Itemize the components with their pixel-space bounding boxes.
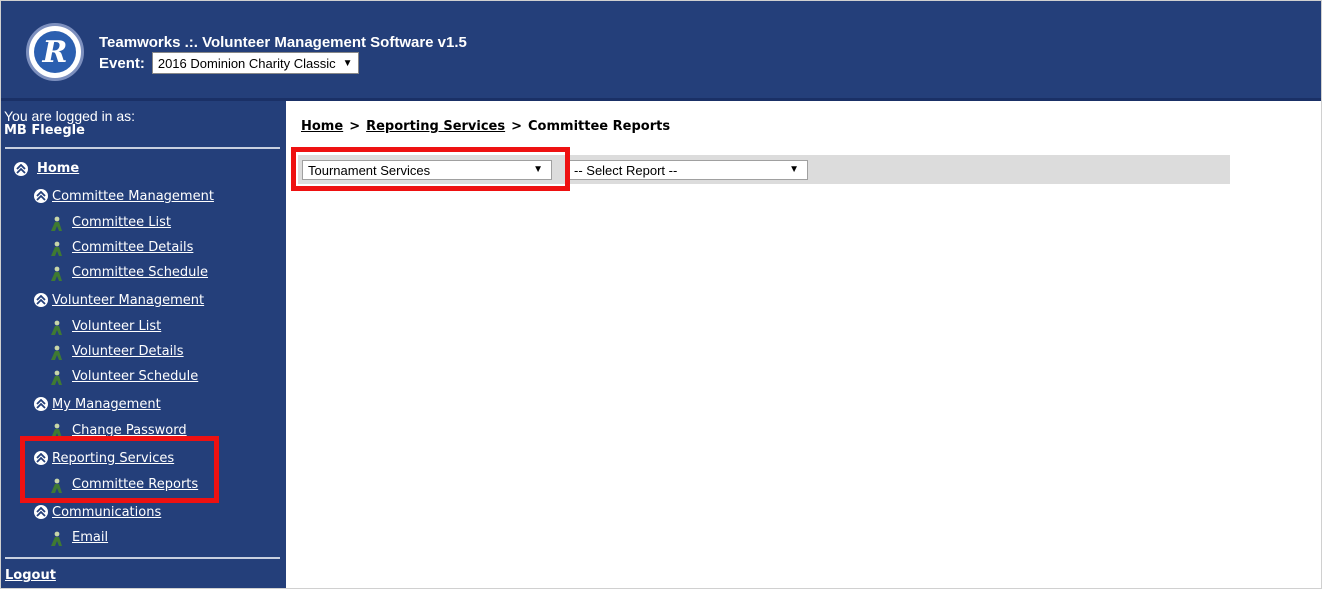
app-header: R Teamworks .:. Volunteer Management Sof…	[1, 1, 1321, 101]
sidebar-section-communications[interactable]: Communications	[52, 505, 161, 520]
r2-logo-icon: R	[26, 23, 84, 81]
chevron-down-icon: ▼	[342, 57, 353, 69]
main-content: Home > Reporting Services > Committee Re…	[286, 101, 1321, 588]
sidebar-item-committee-list[interactable]: Committee List	[72, 215, 171, 230]
sidebar-item-committee-schedule[interactable]: Committee Schedule	[72, 265, 208, 280]
event-select-value: 2016 Dominion Charity Classic	[157, 55, 336, 71]
sidebar-item-volunteer-schedule[interactable]: Volunteer Schedule	[72, 369, 198, 384]
sidebar-item-volunteer-list[interactable]: Volunteer List	[72, 319, 161, 334]
person-icon	[51, 345, 62, 360]
report-select-value: -- Select Report --	[574, 162, 678, 178]
sidebar-item-committee-details[interactable]: Committee Details	[72, 240, 193, 255]
app-title: Teamworks .:. Volunteer Management Softw…	[99, 34, 467, 51]
highlight-box-reporting	[20, 436, 219, 503]
logo-mark: R	[34, 31, 76, 73]
chevron-down-icon: ▼	[789, 164, 799, 175]
sidebar: You are logged in as: MB Fleegle Home Co…	[1, 101, 286, 588]
person-icon	[51, 216, 62, 231]
person-icon	[51, 370, 62, 385]
event-row: Event: 2016 Dominion Charity Classic ▼	[99, 52, 359, 74]
logged-in-user: MB Fleegle	[4, 123, 85, 138]
sidebar-section-committee-management[interactable]: Committee Management	[52, 189, 214, 204]
collapse-up-icon[interactable]	[34, 397, 48, 411]
person-icon	[51, 266, 62, 281]
breadcrumb-home-link[interactable]: Home	[301, 119, 343, 134]
collapse-up-icon[interactable]	[14, 162, 28, 176]
breadcrumb-separator: >	[511, 119, 523, 134]
collapse-up-icon[interactable]	[34, 505, 48, 519]
person-icon	[51, 320, 62, 335]
sidebar-divider	[5, 147, 280, 149]
logout-link[interactable]: Logout	[5, 568, 56, 583]
breadcrumb-separator: >	[349, 119, 361, 134]
person-icon	[51, 531, 62, 546]
breadcrumb-current: Committee Reports	[528, 119, 671, 134]
event-select[interactable]: 2016 Dominion Charity Classic ▼	[151, 52, 359, 74]
sidebar-section-my-management[interactable]: My Management	[52, 397, 161, 412]
breadcrumb-reporting-link[interactable]: Reporting Services	[366, 119, 505, 134]
sidebar-item-email[interactable]: Email	[72, 530, 108, 545]
sidebar-item-volunteer-details[interactable]: Volunteer Details	[72, 344, 184, 359]
sidebar-divider	[5, 557, 280, 559]
collapse-up-icon[interactable]	[34, 189, 48, 203]
sidebar-section-volunteer-management[interactable]: Volunteer Management	[52, 293, 204, 308]
logged-in-label: You are logged in as:	[4, 108, 136, 124]
sidebar-item-home[interactable]: Home	[37, 161, 79, 176]
person-icon	[51, 241, 62, 256]
breadcrumb: Home > Reporting Services > Committee Re…	[301, 119, 670, 134]
event-label: Event:	[99, 54, 145, 72]
app-window: R Teamworks .:. Volunteer Management Sof…	[0, 0, 1322, 589]
highlight-box-category	[291, 147, 570, 191]
report-select[interactable]: -- Select Report -- ▼	[568, 160, 808, 180]
collapse-up-icon[interactable]	[34, 293, 48, 307]
